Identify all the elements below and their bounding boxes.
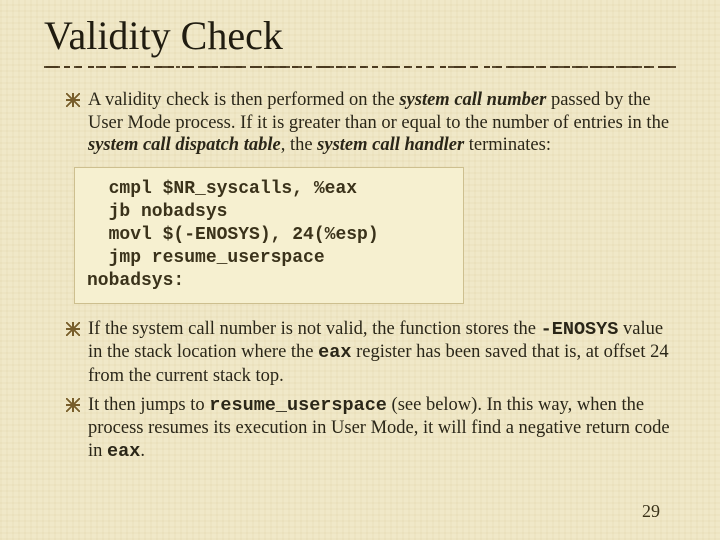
slide-title: Validity Check <box>44 12 676 59</box>
text: , the <box>281 135 317 155</box>
text: It then jumps to <box>88 395 209 415</box>
page-number: 29 <box>642 501 660 522</box>
term-syscall-handler: system call handler <box>317 135 464 155</box>
text: If the system call number is not valid, … <box>88 319 541 339</box>
bullet-item: If the system call number is not valid, … <box>66 318 670 388</box>
bullet-item: It then jumps to resume_userspace (see b… <box>66 394 670 464</box>
code-block: cmpl $NR_syscalls, %eax jb nobadsys movl… <box>74 167 464 304</box>
code-inline-enosys: -ENOSYS <box>541 319 619 340</box>
code-inline-resume: resume_userspace <box>209 395 387 416</box>
term-system-call-number: system call number <box>399 90 546 110</box>
title-divider <box>44 63 676 71</box>
bullet-item: A validity check is then performed on th… <box>66 89 670 157</box>
term-dispatch-table: system call dispatch table <box>88 135 281 155</box>
bullet-list-bottom: If the system call number is not valid, … <box>44 318 676 463</box>
text: terminates: <box>464 135 551 155</box>
bullet-list-top: A validity check is then performed on th… <box>44 89 676 157</box>
text: A validity check is then performed on th… <box>88 90 399 110</box>
code-text: cmpl $NR_syscalls, %eax jb nobadsys movl… <box>87 178 451 293</box>
slide: Validity Check A validity check is then … <box>0 0 720 540</box>
code-inline-eax2: eax <box>107 441 140 462</box>
text: . <box>140 441 145 461</box>
code-inline-eax: eax <box>318 342 351 363</box>
